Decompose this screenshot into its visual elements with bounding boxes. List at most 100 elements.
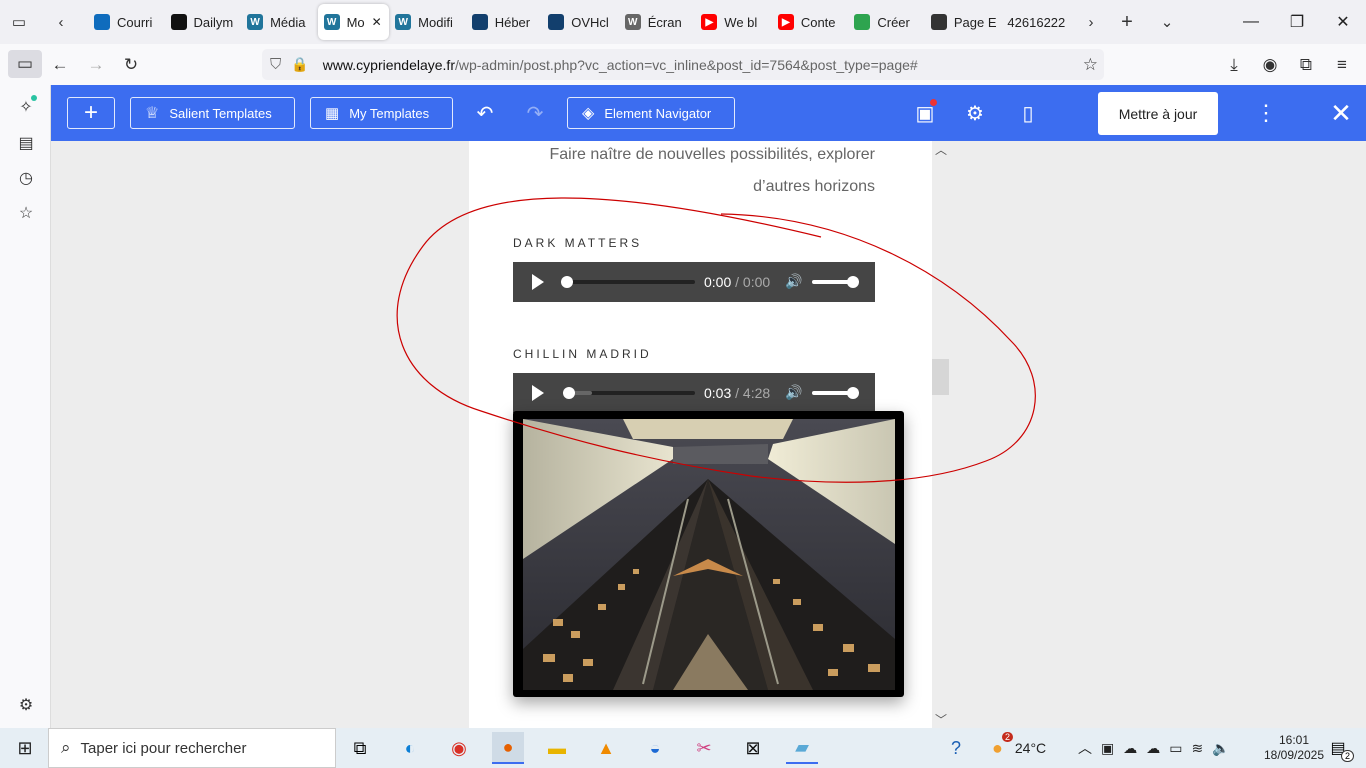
mobile-preview-icon[interactable]: ▯ bbox=[1012, 97, 1044, 129]
clock-date: 18/09/2025 bbox=[1263, 748, 1325, 762]
presentation-chart-icon[interactable]: ▣ bbox=[909, 97, 941, 129]
task-view-icon[interactable]: ⧉ bbox=[344, 732, 376, 764]
scroll-thumb[interactable] bbox=[932, 359, 949, 395]
close-editor-icon[interactable]: ✕ bbox=[1325, 97, 1357, 129]
tray-chevron-icon[interactable]: ︿ bbox=[1078, 738, 1092, 758]
window-close-icon[interactable]: ✕ bbox=[1320, 0, 1366, 44]
ai-chat-icon[interactable]: ✧ bbox=[12, 93, 40, 121]
tab-scroll-right-icon[interactable]: › bbox=[1074, 5, 1108, 39]
menu-icon[interactable]: ≡ bbox=[1325, 44, 1359, 85]
tab-9[interactable]: ▶ Conte bbox=[772, 4, 849, 40]
tab-label: Média bbox=[270, 14, 306, 30]
tab-close-icon[interactable]: ✕ bbox=[372, 15, 382, 29]
volume-icon[interactable]: 🔊 bbox=[785, 384, 802, 401]
page-icon bbox=[930, 14, 947, 30]
forward-icon[interactable]: → bbox=[79, 44, 113, 85]
onedrive-off-icon[interactable]: ☁ bbox=[1123, 740, 1137, 757]
wifi-icon[interactable]: ≋ bbox=[1191, 740, 1203, 757]
back-icon[interactable]: ← bbox=[43, 44, 77, 85]
address-bar[interactable]: ⛉ 🔒 www.cypriendelaye.fr/wp-admin/post.p… bbox=[262, 49, 1104, 80]
add-element-button[interactable]: + bbox=[67, 97, 115, 129]
seek-bar[interactable] bbox=[567, 280, 695, 284]
help-icon[interactable]: ? bbox=[940, 732, 972, 764]
more-options-icon[interactable]: ⋮ bbox=[1250, 97, 1282, 129]
tracking-shield-icon[interactable]: ⛉ bbox=[270, 56, 281, 73]
speaker-icon[interactable]: 🔈 bbox=[1212, 740, 1229, 757]
volume-handle[interactable] bbox=[847, 387, 859, 399]
snipping-tool-icon[interactable]: ✂ bbox=[688, 732, 720, 764]
notepad-app-icon[interactable]: ▰ bbox=[786, 732, 818, 764]
seek-handle[interactable] bbox=[561, 276, 573, 288]
battery-icon[interactable]: ▭ bbox=[1169, 740, 1182, 757]
tab-1[interactable]: Dailym bbox=[165, 4, 242, 40]
redo-icon[interactable]: ↷ bbox=[519, 97, 551, 129]
seek-bar[interactable] bbox=[567, 391, 695, 395]
tab-11[interactable]: Page E bbox=[925, 4, 1002, 40]
downloads-icon[interactable]: ⤓ bbox=[1217, 44, 1251, 85]
notifications-icon[interactable]: ▤ 2 bbox=[1322, 732, 1354, 764]
play-icon[interactable] bbox=[532, 274, 544, 290]
tab-8[interactable]: ▶ We bl bbox=[695, 4, 772, 40]
tab-5[interactable]: Héber bbox=[466, 4, 543, 40]
tab-10[interactable]: Créer bbox=[848, 4, 925, 40]
clock[interactable]: 16:01 18/09/2025 bbox=[1264, 728, 1324, 768]
track-title: CHILLIN MADRID bbox=[513, 347, 652, 361]
taskbar-search[interactable]: ⌕ Taper ici pour rechercher bbox=[48, 728, 336, 768]
audio-player[interactable]: 0:00 / 0:00 🔊 bbox=[513, 262, 875, 302]
my-templates-button[interactable]: ▦ My Templates bbox=[310, 97, 453, 129]
bookmarks-icon[interactable]: ☆ bbox=[12, 199, 40, 227]
tab-3[interactable]: W Mo ✕ bbox=[317, 4, 390, 40]
meet-now-icon[interactable]: ▣ bbox=[1101, 740, 1114, 757]
search-icon: ⌕ bbox=[61, 738, 71, 757]
sidebar-toggle-icon[interactable]: ▭ bbox=[8, 50, 42, 78]
tab-0[interactable]: Courri bbox=[88, 4, 165, 40]
tab-scroll-left-icon[interactable]: ‹ bbox=[44, 5, 78, 39]
capcut-icon[interactable]: ⊠ bbox=[737, 732, 769, 764]
undo-icon[interactable]: ↶ bbox=[469, 97, 501, 129]
system-tray: ︿ ▣ ☁ ☁ ▭ ≋ 🔈 bbox=[1078, 728, 1230, 768]
cloud-icon[interactable]: ☁ bbox=[1146, 740, 1160, 757]
canvas-scrollbar[interactable]: ︿ ﹀ bbox=[932, 141, 949, 728]
tab-2[interactable]: W Média bbox=[241, 4, 318, 40]
seek-handle[interactable] bbox=[563, 387, 575, 399]
new-tab-icon[interactable]: + bbox=[1110, 5, 1144, 39]
audio-player[interactable]: 0:03 / 4:28 🔊 bbox=[513, 373, 875, 413]
weather-widget[interactable]: ● 2 24°C bbox=[992, 728, 1046, 768]
windows-start-icon[interactable]: ⊞ bbox=[9, 732, 41, 764]
play-icon[interactable] bbox=[532, 385, 544, 401]
settings-gear-icon[interactable]: ⚙ bbox=[959, 97, 991, 129]
volume-handle[interactable] bbox=[847, 276, 859, 288]
chrome-icon[interactable]: ◉ bbox=[443, 732, 475, 764]
tab-list-icon[interactable]: ▭ bbox=[2, 5, 36, 39]
scroll-up-icon[interactable]: ︿ bbox=[935, 141, 947, 158]
reload-icon[interactable]: ↻ bbox=[114, 44, 148, 85]
volume-bar[interactable] bbox=[812, 391, 852, 395]
sidebar-settings-icon[interactable]: ⚙ bbox=[12, 691, 40, 719]
edge-icon[interactable]: ◐ bbox=[394, 732, 426, 764]
tab-label: Créer bbox=[877, 14, 910, 30]
firefox-icon[interactable]: ● bbox=[492, 732, 524, 764]
volume-icon[interactable]: 🔊 bbox=[785, 273, 802, 290]
scroll-down-icon[interactable]: ﹀ bbox=[935, 711, 947, 728]
tab-7[interactable]: W Écran bbox=[619, 4, 696, 40]
youtube-icon: ▶ bbox=[777, 14, 794, 30]
salient-templates-button[interactable]: ♕ Salient Templates bbox=[130, 97, 295, 129]
tab-12[interactable]: 42616222 bbox=[1001, 4, 1078, 40]
bmw-icon[interactable]: ◒ bbox=[639, 732, 671, 764]
extensions-icon[interactable]: ⧉ bbox=[1289, 44, 1323, 85]
file-explorer-icon[interactable]: ▬ bbox=[541, 732, 573, 764]
tab-4[interactable]: W Modifi bbox=[389, 4, 466, 40]
synced-tabs-icon[interactable]: ▤ bbox=[12, 129, 40, 157]
tab-label: 42616222 bbox=[1007, 14, 1066, 30]
update-button[interactable]: Mettre à jour bbox=[1098, 92, 1218, 135]
history-icon[interactable]: ◷ bbox=[12, 164, 40, 192]
account-icon[interactable]: ◉ bbox=[1253, 44, 1287, 85]
restore-icon[interactable]: ❐ bbox=[1274, 0, 1320, 44]
vlc-icon[interactable]: ▲ bbox=[590, 732, 622, 764]
tab-6[interactable]: OVHcl bbox=[542, 4, 619, 40]
bookmark-star-icon[interactable]: ☆ bbox=[1083, 55, 1098, 75]
element-navigator-button[interactable]: ◈ Element Navigator bbox=[567, 97, 735, 129]
tab-overflow-chevron-icon[interactable]: ⌄ bbox=[1150, 5, 1184, 39]
volume-bar[interactable] bbox=[812, 280, 852, 284]
minimize-icon[interactable]: — bbox=[1228, 0, 1274, 44]
